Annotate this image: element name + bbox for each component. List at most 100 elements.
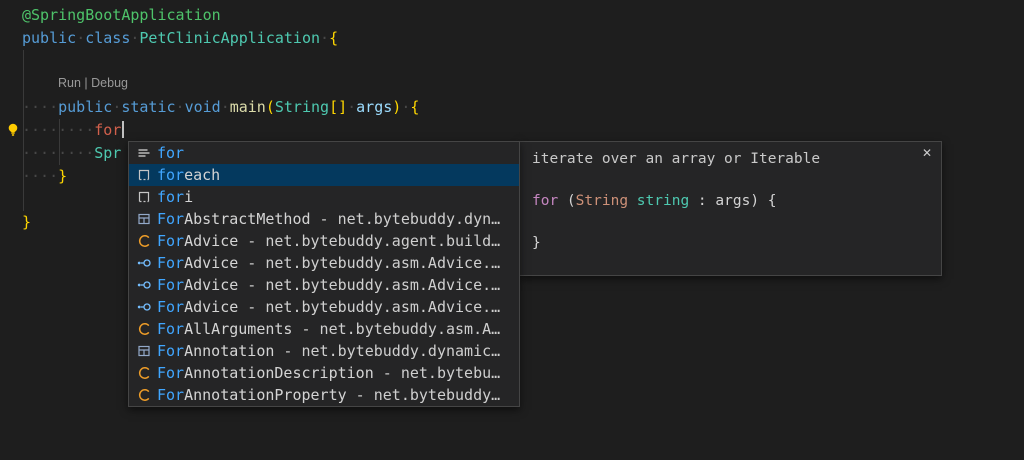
suggestion-match-text: for <box>157 166 184 184</box>
suggestion-rest-text: Advice <box>184 232 238 250</box>
suggestion-rest-text: Advice <box>184 298 238 316</box>
code-token: public <box>22 29 76 47</box>
code-token: for <box>94 121 121 139</box>
suggestion-detail-text: - net.bytebuddy.asm.A… <box>292 320 500 338</box>
suggestion-item[interactable]: ForAdvice - net.bytebuddy.agent.build… <box>129 230 519 252</box>
suggestion-rest-text: AbstractMethod <box>184 210 310 228</box>
code-line[interactable]: public·class·PetClinicApplication·{ <box>22 27 1024 50</box>
suggestion-rest-text: each <box>184 166 220 184</box>
suggestion-label: ForAdvice - net.bytebuddy.asm.Advice.… <box>157 298 500 316</box>
suggestion-match-text: For <box>157 364 184 382</box>
suggestion-detail-text: - net.bytebuddy.asm.Advice.… <box>238 254 500 272</box>
code-line[interactable]: ····public·static·void·main(String[]·arg… <box>22 96 1024 119</box>
keyword-icon <box>134 145 154 161</box>
doc-token: : <box>689 193 715 209</box>
suggestion-rest-text: Advice <box>184 276 238 294</box>
suggestion-item[interactable]: fori <box>129 186 519 208</box>
suggestion-match-text: for <box>157 188 184 206</box>
code-token: args <box>356 98 392 116</box>
snippet-icon <box>134 189 154 205</box>
code-token: ········ <box>22 144 94 162</box>
suggestion-detail-text: - net.bytebuddy… <box>347 386 501 404</box>
suggestion-detail-text: - net.bytebuddy.dyn… <box>311 210 501 228</box>
doc-token: ) { <box>750 193 776 209</box>
suggestion-item[interactable]: ForAdvice - net.bytebuddy.asm.Advice.… <box>129 252 519 274</box>
code-token: String <box>275 98 329 116</box>
doc-token: string <box>637 193 689 209</box>
doc-token <box>628 193 637 209</box>
suggestion-rest-text: AllArguments <box>184 320 292 338</box>
code-line[interactable]: ········for <box>22 119 1024 142</box>
lightbulb-icon[interactable] <box>5 122 21 138</box>
code-token: · <box>76 29 85 47</box>
doc-token: args <box>715 193 750 209</box>
code-editor: { "colors": { "editor_bg": "#1E1E1E", "p… <box>0 0 1024 460</box>
suggestion-item[interactable]: ForAbstractMethod - net.bytebuddy.dyn… <box>129 208 519 230</box>
code-token: { <box>329 29 338 47</box>
suggestion-label: ForAdvice - net.bytebuddy.agent.build… <box>157 232 500 250</box>
suggestion-item[interactable]: ForAdvice - net.bytebuddy.asm.Advice.… <box>129 274 519 296</box>
suggestion-item[interactable]: for <box>129 142 519 164</box>
doc-line <box>532 212 929 233</box>
close-icon[interactable]: ✕ <box>922 146 932 160</box>
code-token: { <box>410 98 419 116</box>
suggestion-item[interactable]: ForAnnotationProperty - net.bytebuddy… <box>129 384 519 406</box>
doc-token: iterate over an array or Iterable <box>532 151 820 167</box>
suggest-details-panel: ✕ iterate over an array or Iterable for (… <box>519 141 942 276</box>
suggestion-label: ForAnnotationDescription - net.bytebu… <box>157 364 500 382</box>
code-line[interactable]: @SpringBootApplication <box>22 4 1024 27</box>
code-token: ) <box>392 98 401 116</box>
code-token: · <box>221 98 230 116</box>
class-icon <box>134 365 154 381</box>
code-token: · <box>320 29 329 47</box>
suggestion-label: ForAdvice - net.bytebuddy.asm.Advice.… <box>157 254 500 272</box>
suggestion-rest-text: i <box>184 188 193 206</box>
reference-icon <box>134 299 154 315</box>
suggestion-detail-text: - net.bytebuddy.asm.Advice.… <box>238 298 500 316</box>
code-token: main <box>230 98 266 116</box>
code-token: ········ <box>22 121 94 139</box>
code-line-blank[interactable] <box>22 50 1024 73</box>
code-token: PetClinicApplication <box>139 29 320 47</box>
reference-icon <box>134 277 154 293</box>
codelens-row: Run | Debug <box>22 73 1024 96</box>
suggestion-match-text: For <box>157 232 184 250</box>
structure-icon <box>134 343 154 359</box>
suggestion-item[interactable]: ForAdvice - net.bytebuddy.asm.Advice.… <box>129 296 519 318</box>
suggestion-item-selected[interactable]: foreach <box>129 164 519 186</box>
suggestion-label: ForAdvice - net.bytebuddy.asm.Advice.… <box>157 276 500 294</box>
suggestion-item[interactable]: ForAnnotation - net.bytebuddy.dynamic… <box>129 340 519 362</box>
code-token: } <box>58 167 67 185</box>
doc-token: ( <box>558 193 575 209</box>
suggestion-label: ForAnnotationProperty - net.bytebuddy… <box>157 386 500 404</box>
codelens-run-link[interactable]: Run <box>58 76 81 90</box>
code-token: · <box>347 98 356 116</box>
suggestion-detail-text: - net.bytebuddy.agent.build… <box>238 232 500 250</box>
text-cursor <box>122 121 124 138</box>
doc-line: } <box>532 233 929 254</box>
suggestion-label: ForAbstractMethod - net.bytebuddy.dyn… <box>157 210 500 228</box>
structure-icon <box>134 211 154 227</box>
class-icon <box>134 387 154 403</box>
suggestion-match-text: for <box>157 144 184 162</box>
doc-line: for (String string : args) { <box>532 191 929 212</box>
code-token: class <box>85 29 130 47</box>
code-token: · <box>176 98 185 116</box>
code-token: [] <box>329 98 347 116</box>
code-token: · <box>112 98 121 116</box>
suggestion-match-text: For <box>157 276 184 294</box>
suggestion-rest-text: Advice <box>184 254 238 272</box>
suggest-details-content: iterate over an array or Iterable for (St… <box>532 149 929 254</box>
suggestion-label: ForAnnotation - net.bytebuddy.dynamic… <box>157 342 500 360</box>
code-token: void <box>185 98 221 116</box>
codelens-debug-link[interactable]: Debug <box>91 76 128 90</box>
suggest-widget: forforeachforiForAbstractMethod - net.by… <box>128 141 520 407</box>
code-token: ( <box>266 98 275 116</box>
class-icon <box>134 233 154 249</box>
suggestion-match-text: For <box>157 342 184 360</box>
suggestion-item[interactable]: ForAnnotationDescription - net.bytebu… <box>129 362 519 384</box>
code-token: ···· <box>22 98 58 116</box>
suggestion-match-text: For <box>157 386 184 404</box>
suggestion-item[interactable]: ForAllArguments - net.bytebuddy.asm.A… <box>129 318 519 340</box>
codelens-separator: | <box>81 76 91 90</box>
